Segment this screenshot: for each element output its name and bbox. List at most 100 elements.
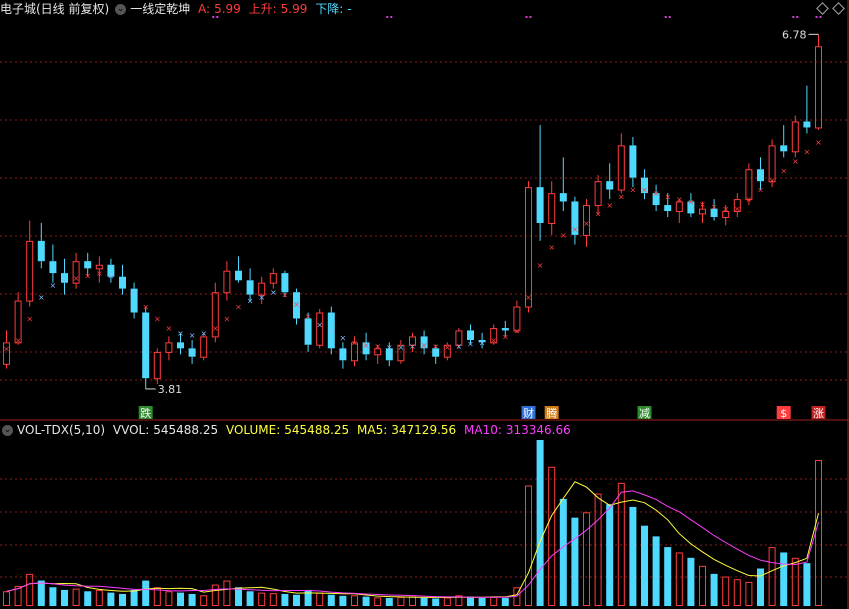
line-a-marker: × bbox=[664, 193, 671, 202]
line-a-marker: × bbox=[386, 343, 393, 352]
volume-bar bbox=[641, 525, 648, 606]
volume-bar bbox=[559, 498, 567, 606]
volume-bar bbox=[803, 563, 811, 606]
signal-label: $ bbox=[776, 406, 791, 420]
candle bbox=[211, 282, 219, 343]
candle-body bbox=[235, 270, 242, 281]
line-a-marker: × bbox=[340, 334, 347, 343]
signal-label-text: 跌 bbox=[140, 406, 151, 420]
volume-bar bbox=[629, 506, 637, 606]
candle-body bbox=[664, 205, 672, 212]
line-a-marker: × bbox=[235, 303, 242, 312]
signal-dot bbox=[216, 16, 219, 18]
ma5-line bbox=[6, 481, 819, 598]
line-a-marker: × bbox=[572, 225, 579, 234]
line-a-marker: × bbox=[316, 320, 323, 329]
line-a-marker: × bbox=[815, 138, 822, 147]
volume-bar bbox=[351, 595, 358, 607]
volume-bar bbox=[385, 597, 393, 606]
line-a-marker: × bbox=[38, 293, 45, 302]
volume-bar bbox=[815, 459, 822, 606]
volume-bar bbox=[258, 592, 266, 607]
candle-body bbox=[37, 240, 45, 262]
signal-dot bbox=[796, 16, 799, 18]
candle bbox=[153, 348, 161, 385]
candle-body bbox=[548, 193, 556, 224]
volume-bar bbox=[501, 597, 509, 606]
candle bbox=[536, 125, 544, 241]
candle-body bbox=[339, 348, 347, 361]
signal-label: 减 bbox=[637, 406, 652, 420]
low-annotation: 3.81 bbox=[145, 383, 182, 396]
volume-bar bbox=[3, 591, 10, 606]
signal-label: 跌 bbox=[138, 406, 153, 420]
candle bbox=[37, 222, 45, 269]
candle bbox=[617, 133, 625, 194]
candle-body bbox=[153, 351, 161, 380]
signal-dot bbox=[529, 16, 532, 18]
line-a-marker: × bbox=[96, 269, 103, 278]
stock-chart[interactable]: × × × × × × × × × × × × × × × × × × × × × × × × × × × × × × × × × × × × × × × ×… bbox=[0, 0, 849, 609]
line-a-marker: × bbox=[224, 314, 231, 323]
candle-body bbox=[49, 261, 57, 274]
volume-bar bbox=[594, 493, 602, 607]
line-a-marker: × bbox=[548, 243, 555, 252]
line-a-marker: × bbox=[258, 293, 265, 302]
volume-bar bbox=[61, 589, 68, 606]
line-a-markers: × × × × × × × × × × × × × × × × × × × × × × × × × × × × × × × × × × × × × × × ×… bbox=[3, 138, 822, 354]
line-a-marker: × bbox=[792, 157, 799, 166]
line-a-marker: × bbox=[421, 341, 428, 350]
volume-bar bbox=[583, 512, 590, 607]
volume-bar bbox=[177, 592, 184, 606]
signal-label-text: 腾 bbox=[546, 406, 557, 420]
line-a-marker: × bbox=[398, 343, 405, 352]
candle-body bbox=[269, 273, 277, 284]
volume-bar bbox=[432, 598, 440, 606]
line-a-marker: × bbox=[177, 329, 184, 338]
volume-bar bbox=[652, 536, 660, 606]
line-a-marker: × bbox=[282, 291, 289, 300]
line-a-marker: × bbox=[456, 342, 463, 351]
candle-body bbox=[281, 273, 289, 293]
volume-bar bbox=[420, 597, 428, 606]
volume-bar bbox=[467, 596, 474, 606]
signal-dot bbox=[664, 16, 667, 18]
line-a-marker: × bbox=[595, 209, 602, 218]
volume-bar bbox=[304, 589, 312, 606]
volume-bar bbox=[397, 596, 405, 607]
volume-bar bbox=[490, 596, 498, 607]
signal-labels: 跌 财腾 减 $ 涨 bbox=[138, 406, 826, 420]
volume-bar bbox=[246, 591, 254, 606]
volume-bar bbox=[745, 581, 753, 606]
volume-bar bbox=[478, 597, 486, 606]
line-a-marker: × bbox=[641, 186, 648, 195]
volume-bar bbox=[757, 568, 764, 606]
line-a-marker: × bbox=[630, 186, 637, 195]
candle-body bbox=[536, 187, 544, 223]
candle-body bbox=[791, 121, 799, 153]
volume-bar bbox=[107, 592, 115, 606]
grid-lines bbox=[0, 61, 849, 578]
signal-label-text: $ bbox=[780, 407, 787, 420]
line-a-marker: × bbox=[142, 303, 149, 312]
candle bbox=[339, 342, 347, 369]
line-a-marker: × bbox=[757, 186, 764, 195]
line-a-marker: × bbox=[746, 195, 753, 204]
volume-bar bbox=[675, 552, 683, 606]
volume-bar bbox=[606, 504, 614, 606]
line-a-marker: × bbox=[432, 342, 439, 351]
volume-bar bbox=[571, 517, 579, 606]
signal-dot bbox=[212, 16, 215, 18]
line-a-marker: × bbox=[108, 272, 115, 281]
line-a-marker: × bbox=[560, 231, 567, 240]
line-a-marker: × bbox=[699, 200, 706, 209]
volume-bar bbox=[374, 597, 382, 606]
line-a-marker: × bbox=[166, 324, 173, 333]
candle-body bbox=[559, 193, 567, 202]
candle bbox=[791, 115, 799, 158]
line-a-marker: × bbox=[479, 338, 486, 347]
candle bbox=[72, 252, 80, 289]
line-a-marker: × bbox=[490, 336, 497, 345]
volume-bar bbox=[733, 579, 741, 607]
signal-label-text: 财 bbox=[523, 406, 534, 420]
